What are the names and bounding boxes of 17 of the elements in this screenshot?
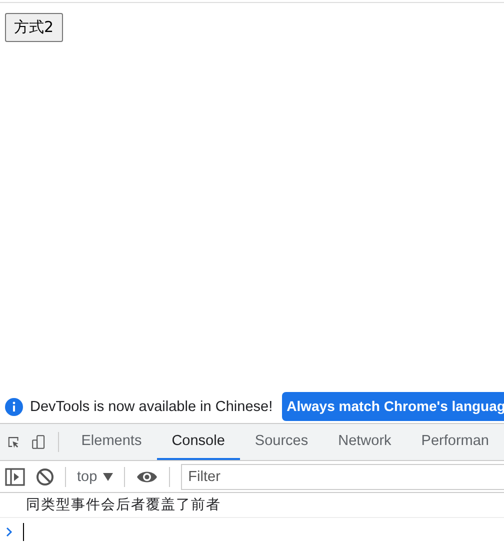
clear-icon[interactable]	[36, 468, 54, 486]
text-cursor	[23, 523, 24, 541]
devtools-tab[interactable]: Console	[156, 424, 240, 460]
page-button[interactable]: 方式2	[5, 13, 63, 42]
eye-icon[interactable]	[136, 470, 158, 484]
prompt-icon	[6, 527, 13, 537]
context-selector[interactable]: top	[77, 468, 114, 484]
info-icon	[5, 398, 23, 416]
devtools-tab[interactable]: Network	[323, 424, 406, 460]
sidebar-toggle-icon[interactable]	[5, 468, 25, 486]
caret-icon[interactable]	[103, 472, 114, 480]
devtools-tab[interactable]: Performan	[406, 424, 504, 460]
devtools-tab[interactable]: Sources	[240, 424, 324, 460]
devtools-tab[interactable]: Elements	[66, 424, 157, 460]
console-message: 同类型事件会后者覆盖了前者	[0, 493, 504, 518]
filter-field[interactable]: Filter	[181, 464, 504, 490]
info-message: DevTools is now available in Chinese!	[30, 398, 273, 414]
